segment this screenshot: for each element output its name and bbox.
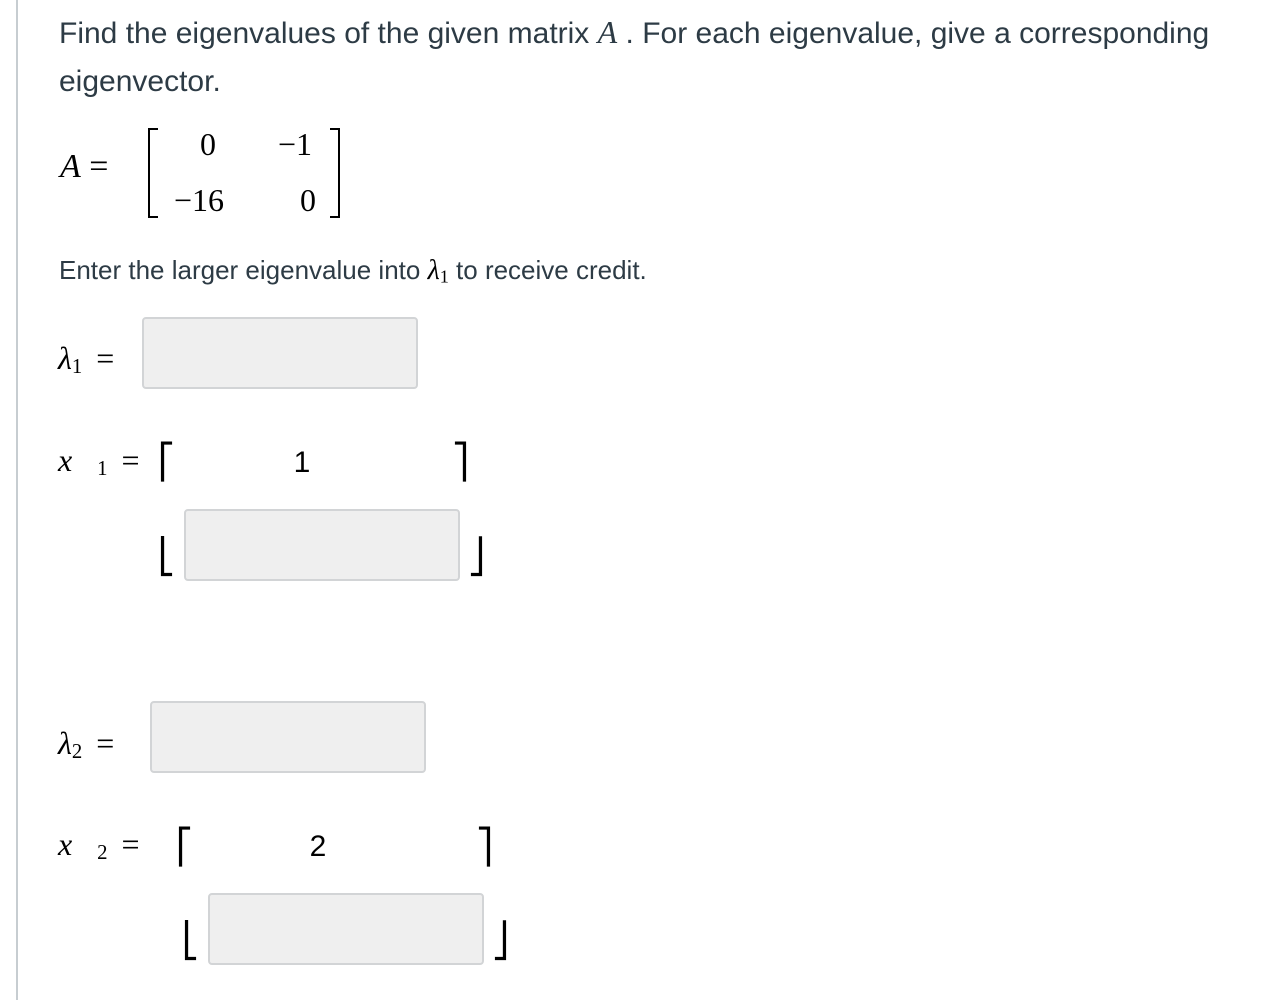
x2-top-right-bracket: ⎤ [476,827,493,867]
matrix-cell: 0 [200,126,216,162]
x2-bottom-left-bracket: ⎣ [182,921,199,961]
vector-symbol: x⃗ [58,826,98,862]
matrix-right-bracket [330,128,340,218]
matrix-cell: 0 [300,182,316,218]
x1-bottom-left-bracket: ⎣ [158,537,175,577]
x1-bottom-right-bracket: ⎦ [468,537,485,577]
equals-sign: = [96,725,115,761]
x2-label: x⃗2 = [58,826,140,865]
vector-subscript: 1 [97,457,108,481]
equals-sign: = [89,148,109,185]
lambda-subscript: 2 [71,740,83,764]
lambda2-input[interactable] [150,701,426,773]
x2-top-left-bracket: ⎡ [176,827,193,867]
x1-label: x⃗1 = [58,442,140,481]
matrix-symbol: A [597,14,618,50]
lambda-subscript: 1 [439,266,449,287]
x2-first-component: 2 [309,830,327,863]
equals-sign: = [121,442,140,478]
lambda-symbol: λ [58,340,72,376]
matrix-cell: −1 [277,126,312,162]
x1-first-component: 1 [293,446,311,479]
x2-second-component-input[interactable] [208,893,484,965]
x1-top-left-bracket: ⎡ [158,442,175,482]
matrix-cell: −16 [173,182,224,218]
lambda-inline: λ1 [427,255,449,287]
x1-second-component-input[interactable] [184,509,460,581]
equals-sign: = [121,826,140,862]
matrix-label: A = [60,148,108,186]
left-border [16,0,18,1000]
lambda1-label: λ1 = [58,340,114,379]
lambda2-label: λ2 = [58,725,114,764]
question-text: Find the eigenvalues of the given matrix… [59,8,1269,106]
lambda1-input[interactable] [142,317,418,389]
x2-bottom-right-bracket: ⎦ [492,921,509,961]
instruction-text: Enter the larger eigenvalue into λ1 to r… [59,252,647,295]
x1-top-right-bracket: ⎤ [452,442,469,482]
instruction-text-part: Enter the larger eigenvalue into [59,255,428,285]
instruction-text-part: to receive credit. [448,255,647,285]
lambda-symbol: λ [58,725,72,761]
lambda-subscript: 1 [71,355,83,379]
question-text-part: Find the eigenvalues of the given matrix [59,17,598,50]
matrix-name: A [60,148,81,185]
equals-sign: = [96,340,115,376]
vector-symbol: x⃗ [58,442,98,478]
lambda-symbol: λ [427,255,440,286]
vector-subscript: 2 [97,841,108,865]
